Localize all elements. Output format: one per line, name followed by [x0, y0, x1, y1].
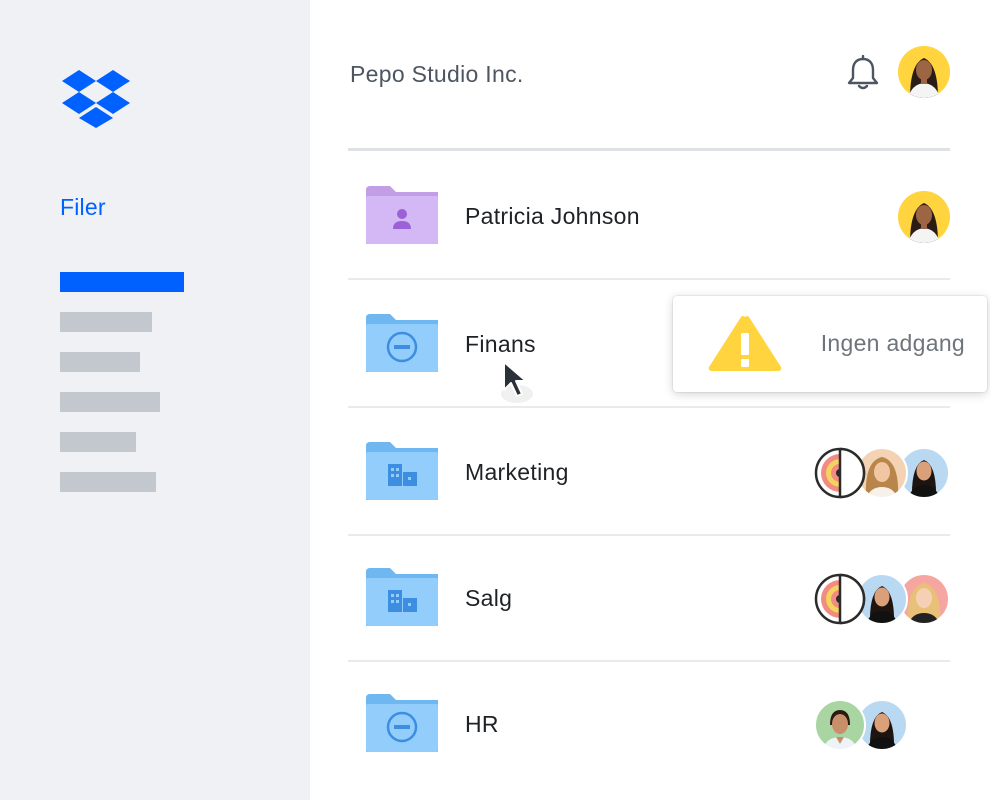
team-logo-avatar [814, 573, 866, 625]
tooltip-text: Ingen adgang [820, 330, 965, 356]
main-content: Pepo Studio Inc. Patricia Johnson Finans… [310, 0, 990, 800]
member-avatar [898, 191, 950, 243]
bell-icon[interactable] [846, 55, 880, 91]
folder-row[interactable]: Marketing [348, 408, 950, 536]
user-avatar[interactable] [898, 46, 950, 98]
member-avatars [814, 699, 908, 751]
member-avatar [814, 699, 866, 751]
nav-item-placeholder[interactable] [60, 392, 160, 412]
personal-folder-icon [366, 186, 438, 244]
nav-item-placeholder[interactable] [60, 352, 140, 372]
folder-row[interactable]: Patricia Johnson [348, 152, 950, 280]
member-avatars [814, 573, 950, 625]
folder-name[interactable]: Patricia Johnson [465, 203, 640, 230]
nav-item-placeholder[interactable] [60, 472, 156, 492]
nav-item-active-placeholder[interactable] [60, 272, 184, 292]
member-avatars [898, 191, 950, 243]
team-folder-icon [366, 568, 438, 626]
folder-name[interactable]: HR [465, 711, 499, 738]
page-title: Pepo Studio Inc. [350, 61, 524, 87]
restricted-folder-icon [366, 314, 438, 372]
folder-name[interactable]: Salg [465, 585, 512, 612]
folder-row[interactable]: Salg [348, 534, 950, 662]
access-tooltip: Ingen adgang [673, 296, 987, 392]
header-divider [348, 148, 950, 151]
team-folder-icon [366, 442, 438, 500]
folder-row[interactable]: Finans Ingen adgang [348, 280, 987, 408]
member-avatars [814, 447, 950, 499]
nav-item-placeholder[interactable] [60, 312, 152, 332]
nav-item-placeholder[interactable] [60, 432, 136, 452]
folder-name[interactable]: Marketing [465, 459, 569, 486]
mouse-cursor-icon [501, 361, 533, 403]
folder-name[interactable]: Finans [465, 331, 536, 358]
sidebar: Filer [0, 0, 310, 800]
team-logo-avatar [814, 447, 866, 499]
nav-files-link[interactable]: Filer [60, 194, 106, 221]
warning-icon [708, 316, 782, 371]
folder-row[interactable]: HR [348, 660, 950, 788]
restricted-folder-icon [366, 694, 438, 752]
dropbox-logo-icon[interactable] [62, 70, 130, 130]
